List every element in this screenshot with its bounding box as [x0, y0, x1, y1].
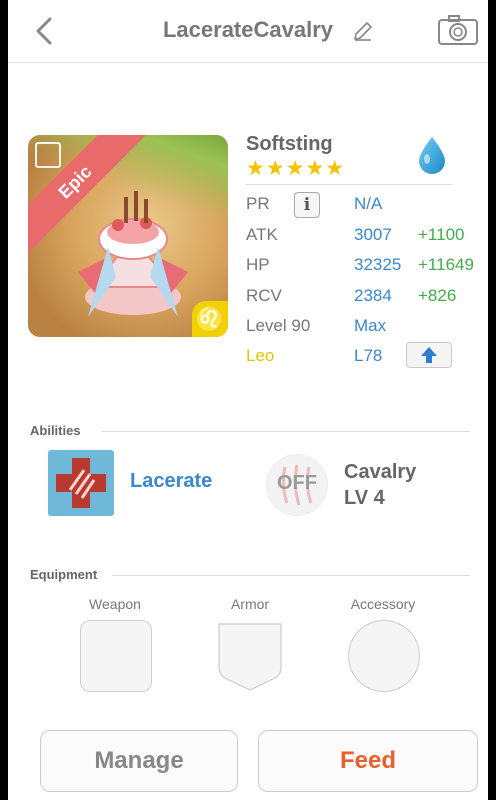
edit-pencil-icon[interactable]	[352, 20, 374, 42]
equipment-divider	[112, 575, 470, 576]
monster-name: Softsting	[246, 133, 333, 155]
hp-label: HP	[246, 255, 270, 274]
cavalry-ability-name: Cavalry	[344, 461, 417, 483]
atk-bonus: +1100	[418, 225, 465, 244]
manage-button[interactable]: Manage	[40, 730, 238, 792]
abilities-divider	[102, 431, 470, 432]
abilities-section-title: Abilities	[30, 423, 81, 438]
card-frame-icon	[35, 142, 61, 168]
weapon-slot[interactable]	[80, 620, 152, 692]
name-divider	[246, 184, 452, 185]
zodiac-level-value: L78	[354, 346, 383, 365]
level-value: Max	[354, 316, 387, 335]
upgrade-button[interactable]	[406, 342, 452, 368]
rcv-label: RCV	[246, 286, 282, 305]
pr-label: PR	[246, 194, 270, 213]
accessory-label: Accessory	[350, 596, 416, 612]
equipment-section-title: Equipment	[30, 567, 98, 582]
hp-bonus: +11649	[418, 255, 474, 274]
zodiac-sign-label: Leo	[246, 346, 275, 365]
ability-off-toggle[interactable]: OFF	[266, 472, 328, 495]
page-title: LacerateCavalry	[162, 17, 333, 42]
atk-label: ATK	[246, 225, 278, 244]
feed-button[interactable]: Feed	[258, 730, 478, 792]
pr-info-button[interactable]: i	[294, 192, 320, 218]
lacerate-ability-name[interactable]: Lacerate	[130, 470, 212, 493]
pr-value: N/A	[354, 194, 383, 213]
monster-portrait[interactable]: Epic ♌	[28, 135, 228, 337]
monster-artwork	[78, 191, 188, 317]
rcv-bonus: +826	[418, 286, 457, 305]
leo-zodiac-icon: ♌	[192, 301, 228, 337]
nav-bar: LacerateCavalry	[8, 0, 488, 63]
armor-label: Armor	[230, 596, 270, 612]
lacerate-ability-icon[interactable]	[48, 450, 114, 516]
camera-icon[interactable]	[437, 14, 479, 46]
rcv-value: 2384	[354, 286, 392, 305]
star-rating: ★★★★★	[246, 157, 346, 180]
weapon-label: Weapon	[89, 596, 141, 612]
monster-detail-screen: LacerateCavalry Epic ♌ Softsting ★★★★★ P…	[8, 0, 488, 800]
up-arrow-icon	[421, 347, 437, 363]
water-drop-icon	[419, 137, 445, 174]
level-label: Level 90	[246, 316, 311, 335]
hp-value: 32325	[354, 255, 402, 274]
cavalry-ability-level: LV 4	[344, 487, 385, 509]
atk-value: 3007	[354, 225, 392, 244]
accessory-slot[interactable]	[348, 620, 420, 692]
armor-slot[interactable]	[215, 620, 285, 694]
